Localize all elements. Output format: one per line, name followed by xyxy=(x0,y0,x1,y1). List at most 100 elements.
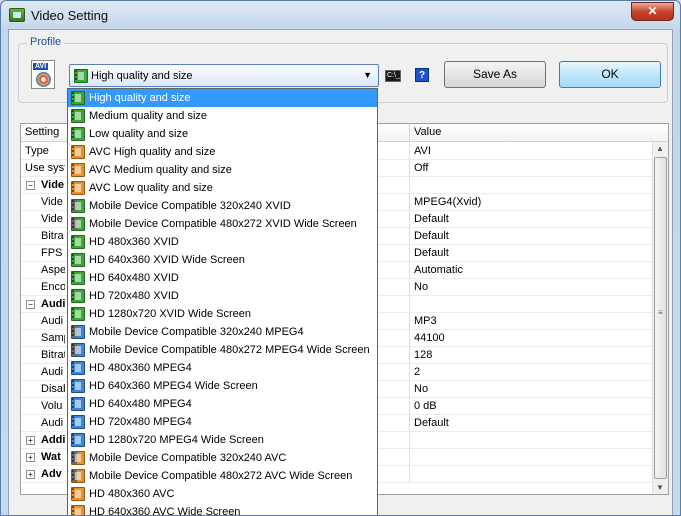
disc-icon xyxy=(36,72,51,87)
dropdown-item[interactable]: HD 720x480 MPEG4 xyxy=(68,413,377,431)
grid-row-value[interactable]: Default xyxy=(414,230,449,242)
dropdown-item-label: Mobile Device Compatible 320x240 XVID xyxy=(89,200,291,212)
column-divider[interactable] xyxy=(409,124,410,142)
film-icon xyxy=(71,127,85,141)
grid-row-value[interactable]: MP3 xyxy=(414,315,437,327)
dropdown-item-label: AVC Medium quality and size xyxy=(89,164,232,176)
cell-divider xyxy=(409,330,410,347)
grid-row-key: Enco xyxy=(41,281,65,293)
cell-divider xyxy=(409,347,410,364)
profile-group-label: Profile xyxy=(27,36,65,48)
dropdown-item[interactable]: HD 480x360 MPEG4 xyxy=(68,359,377,377)
dropdown-item[interactable]: Low quality and size xyxy=(68,125,377,143)
avi-format-tag: AVI xyxy=(33,63,49,70)
dropdown-item[interactable]: Mobile Device Compatible 320x240 XVID xyxy=(68,197,377,215)
film-icon xyxy=(71,451,85,465)
dropdown-item[interactable]: HD 480x360 AVC xyxy=(68,485,377,503)
dropdown-item-label: HD 640x360 AVC Wide Screen xyxy=(89,506,241,516)
dropdown-item[interactable]: Mobile Device Compatible 480x272 MPEG4 W… xyxy=(68,341,377,359)
dropdown-item-label: Mobile Device Compatible 480x272 XVID Wi… xyxy=(89,218,357,230)
grid-row-value[interactable]: No xyxy=(414,383,428,395)
dropdown-item[interactable]: HD 1280x720 XVID Wide Screen xyxy=(68,305,377,323)
grid-row-value[interactable]: Default xyxy=(414,247,449,259)
dropdown-item[interactable]: AVC Medium quality and size xyxy=(68,161,377,179)
grid-row-value[interactable]: Default xyxy=(414,213,449,225)
film-icon xyxy=(71,163,85,177)
dropdown-item[interactable]: Mobile Device Compatible 320x240 AVC xyxy=(68,449,377,467)
film-icon xyxy=(71,253,85,267)
cell-divider xyxy=(409,398,410,415)
app-video-icon xyxy=(9,8,25,22)
column-header-value[interactable]: Value xyxy=(414,126,441,138)
grid-row-value[interactable]: Default xyxy=(414,417,449,429)
expand-icon[interactable]: + xyxy=(26,470,35,479)
dropdown-item[interactable]: AVC Low quality and size xyxy=(68,179,377,197)
expand-icon[interactable]: + xyxy=(26,453,35,462)
profile-select[interactable]: High quality and size ▼ xyxy=(69,64,379,87)
scroll-down-icon[interactable]: ▼ xyxy=(656,483,664,492)
film-icon xyxy=(71,199,85,213)
dropdown-item[interactable]: HD 480x360 XVID xyxy=(68,233,377,251)
grid-row-key: Audi xyxy=(41,417,64,429)
dropdown-item-label: HD 640x360 MPEG4 Wide Screen xyxy=(89,380,258,392)
dropdown-item[interactable]: HD 1280x720 MPEG4 Wide Screen xyxy=(68,431,377,449)
ok-button[interactable]: OK xyxy=(559,61,661,88)
film-icon xyxy=(71,145,85,159)
help-icon[interactable]: ? xyxy=(415,68,429,82)
grid-row-key: Disab xyxy=(41,383,65,395)
dropdown-item[interactable]: Medium quality and size xyxy=(68,107,377,125)
title-bar[interactable]: Video Setting ✕ xyxy=(1,1,680,29)
grid-row-value[interactable]: 0 dB xyxy=(414,400,437,412)
scroll-thumb[interactable]: ≡ xyxy=(654,157,667,479)
video-setting-window: Video Setting ✕ Profile AVI High quality… xyxy=(0,0,681,516)
grid-row-value[interactable]: 128 xyxy=(414,349,432,361)
dropdown-item-label: High quality and size xyxy=(89,92,191,104)
grid-row-value[interactable]: 44100 xyxy=(414,332,445,344)
window-title: Video Setting xyxy=(31,8,109,23)
grid-row-value[interactable]: Off xyxy=(414,162,428,174)
dropdown-arrow-icon[interactable]: ▼ xyxy=(363,70,372,80)
film-icon xyxy=(71,361,85,375)
collapse-icon[interactable]: − xyxy=(26,300,35,309)
dropdown-item-label: HD 640x480 XVID xyxy=(89,272,179,284)
dropdown-item[interactable]: HD 720x480 XVID xyxy=(68,287,377,305)
grid-row-value[interactable]: 2 xyxy=(414,366,420,378)
grid-row-key: Vide xyxy=(41,213,63,225)
film-icon xyxy=(71,433,85,447)
scroll-up-icon[interactable]: ▲ xyxy=(656,144,664,153)
expand-icon[interactable]: + xyxy=(26,436,35,445)
column-header-setting[interactable]: Setting xyxy=(25,126,59,138)
vertical-scrollbar[interactable]: ▲ ≡ ▼ xyxy=(652,142,668,494)
film-icon xyxy=(71,181,85,195)
dropdown-item[interactable]: Mobile Device Compatible 480x272 AVC Wid… xyxy=(68,467,377,485)
dropdown-item[interactable]: Mobile Device Compatible 320x240 MPEG4 xyxy=(68,323,377,341)
dropdown-item[interactable]: AVC High quality and size xyxy=(68,143,377,161)
dropdown-item[interactable]: HD 640x360 MPEG4 Wide Screen xyxy=(68,377,377,395)
dropdown-item[interactable]: HD 640x360 XVID Wide Screen xyxy=(68,251,377,269)
grid-row-key: Type xyxy=(25,145,49,157)
dropdown-item-label: Mobile Device Compatible 480x272 MPEG4 W… xyxy=(89,344,370,356)
dropdown-item-label: Low quality and size xyxy=(89,128,189,140)
dropdown-item[interactable]: High quality and size xyxy=(68,89,377,107)
dropdown-item[interactable]: HD 640x480 MPEG4 xyxy=(68,395,377,413)
cell-divider xyxy=(409,177,410,194)
close-button[interactable]: ✕ xyxy=(631,2,674,21)
dropdown-item-label: HD 720x480 XVID xyxy=(89,290,179,302)
grid-row-value[interactable]: MPEG4(Xvid) xyxy=(414,196,481,208)
grid-row-key: Use syst xyxy=(25,162,65,174)
dropdown-item-label: HD 640x360 XVID Wide Screen xyxy=(89,254,245,266)
dropdown-item[interactable]: HD 640x480 XVID xyxy=(68,269,377,287)
profile-dropdown-list[interactable]: High quality and size Medium quality and … xyxy=(67,88,378,516)
grid-row-value[interactable]: AVI xyxy=(414,145,431,157)
command-line-icon[interactable]: C:\_ xyxy=(385,70,401,82)
grid-row-value[interactable]: No xyxy=(414,281,428,293)
dropdown-item-label: HD 640x480 MPEG4 xyxy=(89,398,192,410)
cell-divider xyxy=(409,381,410,398)
cell-divider xyxy=(409,364,410,381)
film-icon xyxy=(71,379,85,393)
grid-row-value[interactable]: Automatic xyxy=(414,264,463,276)
dropdown-item[interactable]: HD 640x360 AVC Wide Screen xyxy=(68,503,377,516)
dropdown-item[interactable]: Mobile Device Compatible 480x272 XVID Wi… xyxy=(68,215,377,233)
save-as-button[interactable]: Save As xyxy=(444,61,546,88)
collapse-icon[interactable]: − xyxy=(26,181,35,190)
